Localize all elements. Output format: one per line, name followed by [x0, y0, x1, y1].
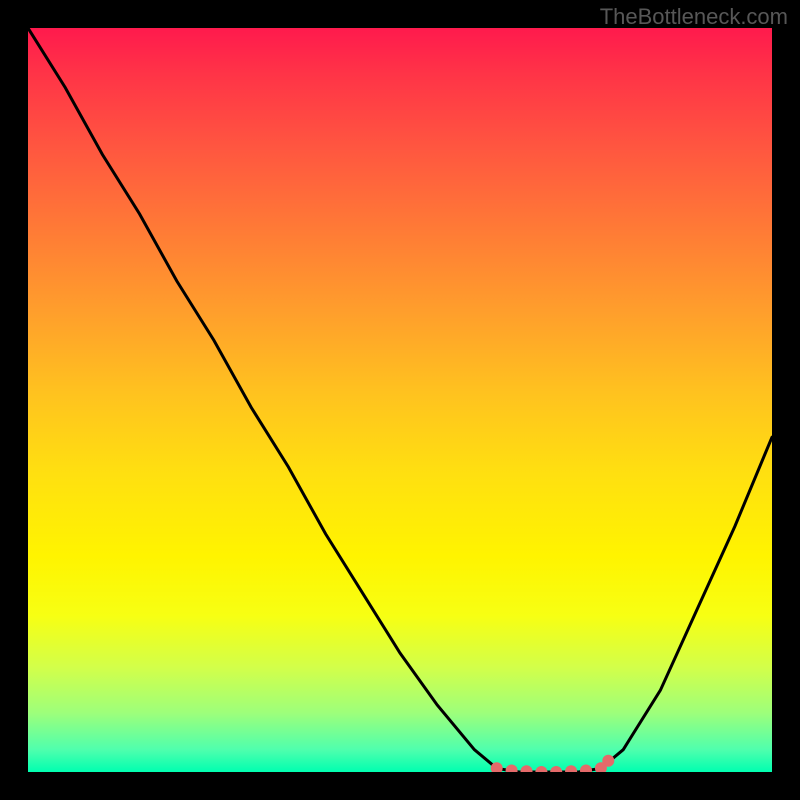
curve-marker — [565, 765, 577, 772]
curve-marker — [535, 766, 547, 772]
chart-plot-area — [28, 28, 772, 772]
chart-svg — [28, 28, 772, 772]
curve-marker — [602, 755, 614, 767]
curve-marker — [521, 765, 533, 772]
curve-marker — [506, 765, 518, 773]
curve-marker — [580, 765, 592, 773]
curve-marker — [550, 766, 562, 772]
watermark-text: TheBottleneck.com — [600, 4, 788, 30]
bottleneck-curve-path — [28, 28, 772, 772]
curve-markers — [491, 755, 615, 772]
